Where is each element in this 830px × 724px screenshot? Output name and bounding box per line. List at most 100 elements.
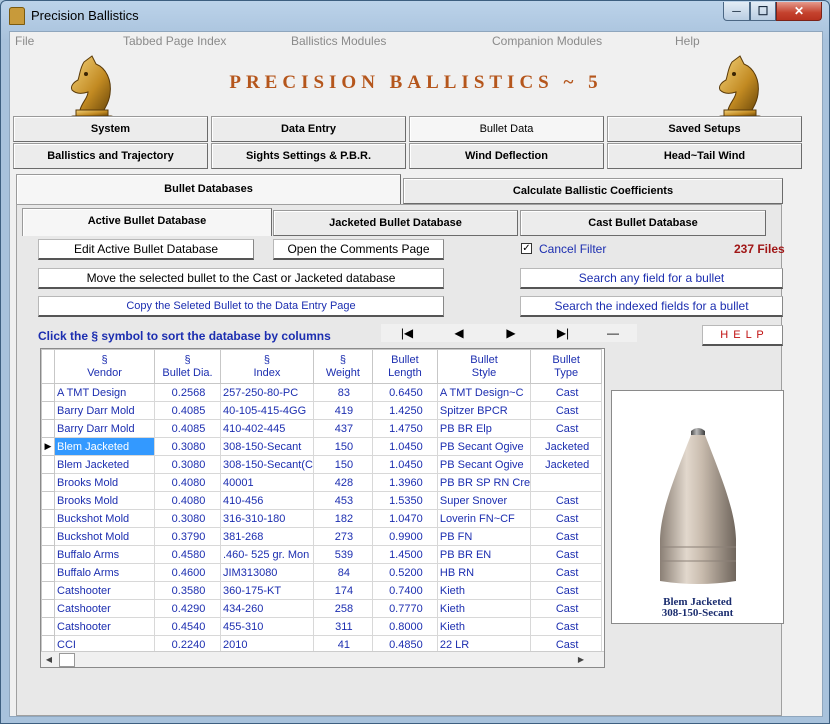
tab-ballistics-trajectory[interactable]: Ballistics and Trajectory — [13, 143, 208, 169]
table-cell[interactable]: PB Secant Ogive — [436, 455, 532, 474]
col-bullet-length-header[interactable]: Bullet Length — [371, 349, 438, 384]
table-cell[interactable]: 0.4580 — [154, 545, 221, 564]
minimize-button[interactable]: ─ — [723, 2, 750, 21]
table-row[interactable]: Buffalo Arms 0.4580.460- 525 gr. Mon 539 1.… — [41, 545, 603, 564]
table-cell[interactable]: 381-268 — [220, 527, 314, 546]
table-cell[interactable]: Blem Jacketed — [54, 437, 155, 456]
table-cell[interactable]: 1.4250 — [371, 401, 438, 420]
table-cell[interactable]: Brooks Mold — [54, 473, 155, 492]
table-cell[interactable]: A TMT Design — [54, 383, 155, 402]
menu-file[interactable]: File — [15, 34, 34, 48]
table-cell[interactable]: 0.2568 — [154, 383, 221, 402]
search-indexed-fields-button[interactable]: Search the indexed fields for a bullet — [520, 296, 783, 317]
table-cell[interactable]: Buckshot Mold — [54, 509, 155, 528]
table-row[interactable]: Catshooter 0.4540 455-310 311 0.8000 Kieth Cas… — [41, 617, 603, 636]
col-vendor-header[interactable]: § Vendor — [54, 349, 155, 384]
last-record-button[interactable]: ▶| — [537, 324, 589, 342]
tab-head-tail-wind[interactable]: Head~Tail Wind — [607, 143, 802, 169]
table-cell[interactable]: Cast — [530, 581, 603, 600]
table-cell[interactable]: 40001 — [220, 473, 314, 492]
table-cell[interactable]: 455-310 — [220, 617, 314, 636]
table-cell[interactable]: 0.3080 — [154, 455, 221, 474]
table-cell[interactable]: 428 — [312, 473, 373, 492]
row-selector[interactable] — [41, 473, 55, 492]
col-weight-header[interactable]: § Weight — [312, 349, 373, 384]
table-cell[interactable]: 1.3960 — [371, 473, 438, 492]
table-cell[interactable]: Spitzer BPCR — [436, 401, 532, 420]
col-bullet-dia-header[interactable]: § Bullet Dia. — [154, 349, 221, 384]
table-cell[interactable]: Cast — [530, 491, 603, 510]
table-cell[interactable]: 0.3080 — [154, 509, 221, 528]
table-cell[interactable]: 308-150-Secant — [220, 437, 314, 456]
bullet-database-grid[interactable]: § Vendor § Bullet Dia. § Index § Weight Bull… — [40, 348, 605, 668]
table-cell[interactable]: 83 — [312, 383, 373, 402]
table-cell[interactable]: Jacketed — [530, 437, 603, 456]
table-cell[interactable]: 257-250-80-PC — [220, 383, 314, 402]
tab-wind-deflection[interactable]: Wind Deflection — [409, 143, 604, 169]
table-cell[interactable]: 0.8000 — [371, 617, 438, 636]
table-row[interactable]: Brooks Mold 0.4080 40001 428 1.3960 PB BR SP … — [41, 473, 603, 492]
table-cell[interactable]: Jacketed — [530, 455, 603, 474]
table-cell[interactable]: 258 — [312, 599, 373, 618]
table-cell[interactable]: 1.4750 — [371, 419, 438, 438]
table-cell[interactable]: Buffalo Arms — [54, 563, 155, 582]
search-any-field-button[interactable]: Search any field for a bullet — [520, 268, 783, 289]
table-cell[interactable]: PB FN — [436, 527, 532, 546]
table-cell[interactable]: 410-402-445 — [220, 419, 314, 438]
table-cell[interactable]: Cast — [530, 419, 603, 438]
table-cell[interactable]: 1.4500 — [371, 545, 438, 564]
table-cell[interactable]: Cast — [530, 509, 603, 528]
scroll-left-arrow-icon[interactable]: ◀ — [41, 652, 57, 667]
next-record-button[interactable]: ▶ — [485, 324, 537, 342]
table-cell[interactable]: Cast — [530, 527, 603, 546]
table-cell[interactable]: 311 — [312, 617, 373, 636]
table-cell[interactable]: 0.4085 — [154, 419, 221, 438]
table-cell[interactable]: Cast — [530, 563, 603, 582]
table-row[interactable]: Brooks Mold 0.4080 410-456 453 1.5350 Super S… — [41, 491, 603, 510]
table-cell[interactable]: 1.5350 — [371, 491, 438, 510]
title-bar[interactable]: Precision Ballistics ─ ☐ ✕ — [1, 1, 829, 31]
table-cell[interactable]: 308-150-Secant(C — [220, 455, 314, 474]
table-cell[interactable]: Cast — [530, 617, 603, 636]
tab-cast-bullet-database[interactable]: Cast Bullet Database — [520, 210, 766, 236]
edit-active-database-button[interactable]: Edit Active Bullet Database — [38, 239, 254, 260]
table-cell[interactable]: Cast — [530, 545, 603, 564]
table-cell[interactable]: PB BR EN — [436, 545, 532, 564]
table-cell[interactable]: Barry Darr Mold — [54, 419, 155, 438]
table-cell[interactable]: 453 — [312, 491, 373, 510]
table-row[interactable]: ▶ Blem Jacketed 0.3080 308-150-Secant 150 1.0… — [41, 437, 603, 456]
scroll-right-arrow-icon[interactable]: ▶ — [573, 652, 589, 667]
table-cell[interactable]: Buckshot Mold — [54, 527, 155, 546]
table-cell[interactable]: Blem Jacketed — [54, 455, 155, 474]
table-row[interactable]: A TMT Design 0.2568 257-250-80-PC 83 0.6450 A… — [41, 383, 603, 402]
row-selector[interactable] — [41, 509, 55, 528]
table-cell[interactable]: 316-310-180 — [220, 509, 314, 528]
table-cell[interactable]: 419 — [312, 401, 373, 420]
horizontal-scroll-thumb[interactable] — [59, 653, 75, 667]
table-cell[interactable]: Cast — [530, 383, 603, 402]
table-cell[interactable]: 182 — [312, 509, 373, 528]
menu-help[interactable]: Help — [675, 34, 700, 48]
table-cell[interactable]: 0.9900 — [371, 527, 438, 546]
table-cell[interactable]: 273 — [312, 527, 373, 546]
row-selector[interactable] — [41, 455, 55, 474]
table-cell[interactable]: 174 — [312, 581, 373, 600]
table-cell[interactable]: 1.0450 — [371, 455, 438, 474]
table-cell[interactable]: Kieth — [436, 599, 532, 618]
table-cell[interactable] — [530, 473, 603, 492]
table-cell[interactable]: 0.5200 — [371, 563, 438, 582]
table-cell[interactable]: Barry Darr Mold — [54, 401, 155, 420]
table-cell[interactable]: PB Secant Ogive — [436, 437, 532, 456]
horizontal-scrollbar[interactable]: ◀ ▶ — [41, 651, 604, 667]
previous-record-button[interactable]: ◀ — [433, 324, 485, 342]
table-cell[interactable]: 0.3080 — [154, 437, 221, 456]
table-cell[interactable]: Catshooter — [54, 617, 155, 636]
tab-bullet-databases[interactable]: Bullet Databases — [16, 174, 401, 204]
table-cell[interactable]: 434-260 — [220, 599, 314, 618]
table-row[interactable]: Barry Darr Mold 0.4085 40-105-415-4GG 419 1.… — [41, 401, 603, 420]
table-cell[interactable]: Buffalo Arms — [54, 545, 155, 564]
table-cell[interactable]: PB BR SP RN Cre — [436, 473, 532, 492]
table-cell[interactable]: 0.6450 — [371, 383, 438, 402]
maximize-button[interactable]: ☐ — [750, 2, 776, 21]
table-cell[interactable]: Catshooter — [54, 581, 155, 600]
